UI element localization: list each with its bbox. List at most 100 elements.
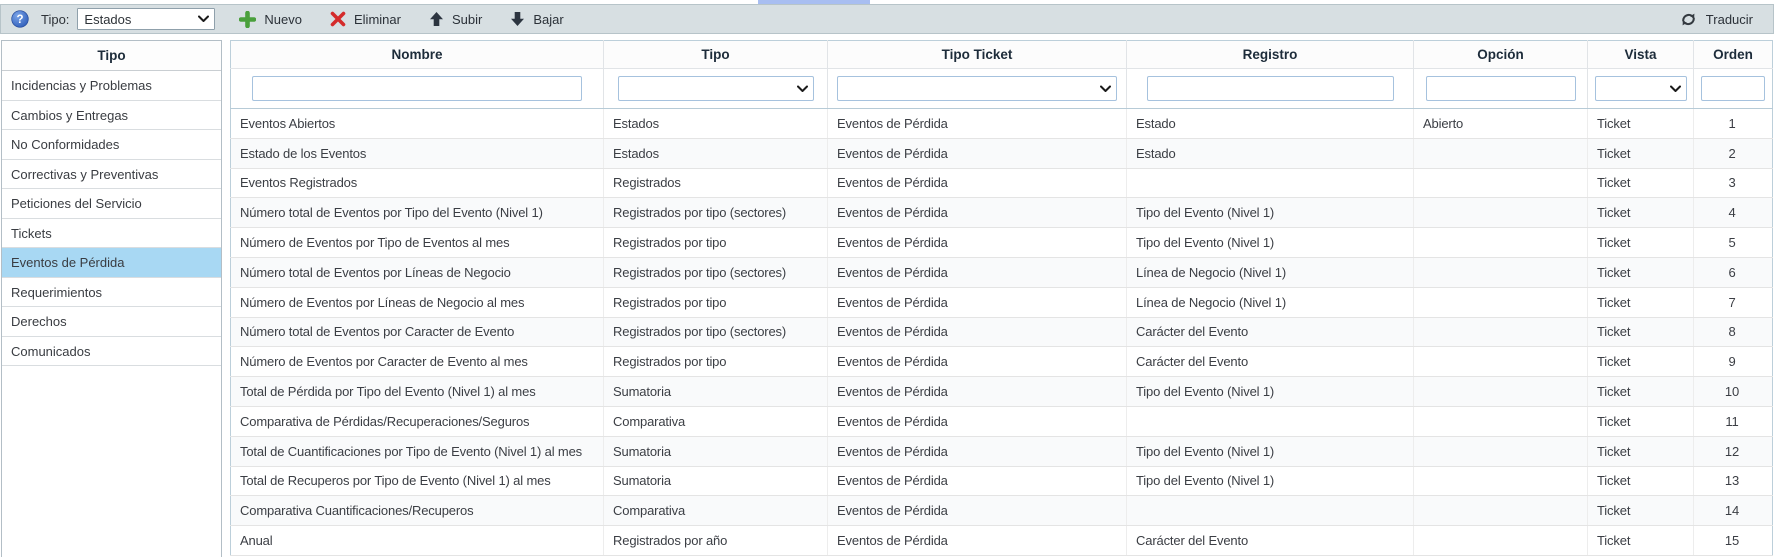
cell-tipo: Registrados por tipo [604,347,828,377]
cell-opcion [1414,168,1588,198]
table-row[interactable]: Número total de Eventos por Caracter de … [231,317,1773,347]
cell-tipo-ticket: Eventos de Pérdida [828,168,1127,198]
cell-tipo: Estados [604,109,828,139]
cell-nombre: Eventos Registrados [231,168,604,198]
sidebar-item[interactable]: Tickets [2,219,221,249]
plus-icon [239,11,256,28]
cell-registro: Línea de Negocio (Nivel 1) [1127,287,1414,317]
cell-orden: 7 [1694,287,1773,317]
cell-vista: Ticket [1588,526,1694,556]
table-row[interactable]: Total de Cuantificaciones por Tipo de Ev… [231,436,1773,466]
cell-vista: Ticket [1588,287,1694,317]
table-row[interactable]: Número total de Eventos por Tipo del Eve… [231,198,1773,228]
cell-registro: Línea de Negocio (Nivel 1) [1127,257,1414,287]
sidebar-item[interactable]: Correctivas y Preventivas [2,160,221,190]
cell-tipo: Registrados por tipo [604,228,828,258]
sidebar-item[interactable]: Eventos de Pérdida [2,248,221,278]
sidebar-item[interactable]: Peticiones del Servicio [2,189,221,219]
cell-tipo-ticket: Eventos de Pérdida [828,406,1127,436]
filter-registro-input[interactable] [1147,76,1394,101]
cell-vista: Ticket [1588,257,1694,287]
filter-opcion-input[interactable] [1426,76,1576,101]
sidebar-item[interactable]: Requerimientos [2,278,221,308]
table-row[interactable]: AnualRegistrados por añoEventos de Pérdi… [231,526,1773,556]
cell-vista: Ticket [1588,198,1694,228]
table-row[interactable]: Eventos RegistradosRegistradosEventos de… [231,168,1773,198]
cell-vista: Ticket [1588,228,1694,258]
type-label: Tipo: [41,12,69,27]
cell-opcion [1414,406,1588,436]
toolbar: ? Tipo: Estados Nuevo Eliminar Subir Baj… [0,4,1774,34]
filter-orden-input[interactable] [1701,76,1765,101]
sidebar-item[interactable]: No Conformidades [2,130,221,160]
cell-tipo-ticket: Eventos de Pérdida [828,317,1127,347]
table-row[interactable]: Total de Recuperos por Tipo de Evento (N… [231,466,1773,496]
type-select-wrap: Estados [77,8,215,30]
cell-tipo: Comparativa [604,406,828,436]
table-row[interactable]: Total de Pérdida por Tipo del Evento (Ni… [231,377,1773,407]
translate-button[interactable]: Traducir [1669,5,1763,33]
cell-tipo-ticket: Eventos de Pérdida [828,109,1127,139]
cell-nombre: Total de Recuperos por Tipo de Evento (N… [231,466,604,496]
table-row[interactable]: Estado de los EventosEstadosEventos de P… [231,138,1773,168]
cell-vista: Ticket [1588,347,1694,377]
cell-registro: Carácter del Evento [1127,526,1414,556]
sidebar-item[interactable]: Comunicados [2,337,221,367]
table-row[interactable]: Comparativa Cuantificaciones/RecuperosCo… [231,496,1773,526]
arrow-up-icon [429,11,444,27]
table-row[interactable]: Número de Eventos por Líneas de Negocio … [231,287,1773,317]
delete-button[interactable]: Eliminar [320,5,411,33]
column-header-vista: Vista [1588,41,1694,69]
cell-tipo: Registrados por tipo [604,287,828,317]
move-up-button[interactable]: Subir [419,5,492,33]
cell-opcion [1414,526,1588,556]
filter-tipo-ticket-select[interactable] [837,76,1117,101]
cell-opcion [1414,198,1588,228]
cell-registro: Tipo del Evento (Nivel 1) [1127,436,1414,466]
cell-vista: Ticket [1588,138,1694,168]
table-row[interactable]: Eventos AbiertosEstadosEventos de Pérdid… [231,109,1773,139]
translate-button-label: Traducir [1706,12,1753,27]
cell-registro: Estado [1127,138,1414,168]
filter-tipo-select[interactable] [618,76,814,101]
cell-nombre: Total de Cuantificaciones por Tipo de Ev… [231,436,604,466]
cell-nombre: Número de Eventos por Líneas de Negocio … [231,287,604,317]
cell-orden: 10 [1694,377,1773,407]
table-row[interactable]: Número de Eventos por Caracter de Evento… [231,347,1773,377]
sidebar-item[interactable]: Incidencias y Problemas [2,71,221,101]
cell-vista: Ticket [1588,466,1694,496]
column-header-opcion: Opción [1414,41,1588,69]
cell-vista: Ticket [1588,406,1694,436]
help-icon[interactable]: ? [11,10,29,28]
filter-row [231,69,1773,109]
table-row[interactable]: Número total de Eventos por Líneas de Ne… [231,257,1773,287]
cell-opcion [1414,466,1588,496]
cell-orden: 4 [1694,198,1773,228]
type-select[interactable]: Estados [77,8,215,30]
cell-tipo-ticket: Eventos de Pérdida [828,138,1127,168]
cell-nombre: Número total de Eventos por Líneas de Ne… [231,257,604,287]
cell-nombre: Total de Pérdida por Tipo del Evento (Ni… [231,377,604,407]
sidebar-item[interactable]: Derechos [2,307,221,337]
table-row[interactable]: Comparativa de Pérdidas/Recuperaciones/S… [231,406,1773,436]
move-down-button[interactable]: Bajar [500,5,573,33]
column-header-tipo: Tipo [604,41,828,69]
cell-vista: Ticket [1588,317,1694,347]
sidebar-header: Tipo [2,41,221,71]
sidebar-item[interactable]: Cambios y Entregas [2,101,221,131]
cell-registro: Carácter del Evento [1127,347,1414,377]
cell-nombre: Estado de los Eventos [231,138,604,168]
cell-nombre: Número total de Eventos por Tipo del Eve… [231,198,604,228]
arrow-down-icon [510,11,525,27]
filter-vista-select[interactable] [1595,76,1687,101]
new-button[interactable]: Nuevo [229,5,312,33]
table-row[interactable]: Número de Eventos por Tipo de Eventos al… [231,228,1773,258]
cell-orden: 6 [1694,257,1773,287]
reports-table: Nombre Tipo Tipo Ticket Registro Opción … [230,40,1773,556]
filter-nombre-input[interactable] [252,76,582,101]
cell-opcion [1414,496,1588,526]
cell-tipo: Sumatoria [604,466,828,496]
cell-tipo: Registrados por tipo (sectores) [604,257,828,287]
cell-registro [1127,496,1414,526]
cell-registro: Estado [1127,109,1414,139]
